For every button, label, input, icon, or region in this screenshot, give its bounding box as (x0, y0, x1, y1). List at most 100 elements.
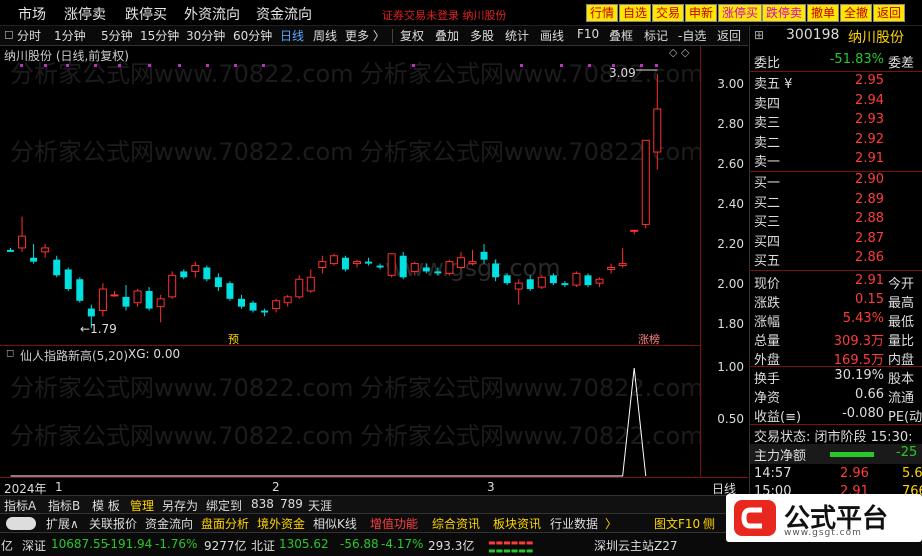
indicator-svg (10, 367, 647, 477)
period-30min[interactable]: 30分钟 (186, 27, 225, 44)
tab-market-analysis[interactable]: 盘面分析 (201, 515, 249, 532)
tool-overlay[interactable]: 叠加 (435, 27, 459, 44)
tick-volume: 5.6 (902, 466, 922, 481)
candle-body (607, 267, 616, 270)
server-site[interactable]: 深圳云主站Z27 (594, 537, 678, 554)
tab-expand[interactable]: 扩展∧ (46, 515, 79, 532)
period-weekly[interactable]: 周线 (313, 27, 337, 44)
tab-indicator-a[interactable]: 指标A (4, 497, 36, 514)
candle-body (226, 283, 234, 299)
apply-new-button[interactable]: 申新 (685, 4, 718, 22)
bid-level-5[interactable]: 买五 2.86 (754, 250, 922, 269)
tab-similar-kline[interactable]: 相似K线 (313, 515, 357, 532)
indicator-panel[interactable]: 分析家公式网www.70822.com 分析家公式网www.70822.com … (0, 345, 704, 477)
candle-body (18, 235, 27, 249)
tab-news[interactable]: 综合资讯 (432, 515, 480, 532)
indicator-name: 仙人指路新高(5,20) (20, 349, 129, 363)
ask-level-3[interactable]: 卖三 2.93 (754, 112, 922, 131)
signal-dot (206, 64, 209, 67)
return-button[interactable]: 返回 (873, 4, 906, 22)
candle-body (203, 267, 211, 280)
bid-level-4[interactable]: 买四 2.87 (754, 231, 922, 250)
bid-level-1[interactable]: 买一 2.90 (754, 172, 922, 191)
index-2-name[interactable]: 北证 (251, 537, 275, 554)
tab-template[interactable]: 模 板 (92, 497, 120, 514)
ask-level-2[interactable]: 卖二 2.92 (754, 132, 922, 151)
tool-mark[interactable]: 标记 (644, 27, 668, 44)
tab-industry-data[interactable]: 行业数据 (550, 515, 598, 532)
ask-level-1[interactable]: 卖一 2.91 (754, 151, 922, 170)
tool-statistics[interactable]: 统计 (505, 27, 529, 44)
tab-789[interactable]: 789 (280, 497, 303, 511)
cancel-all-button[interactable]: 全撤 (840, 4, 873, 22)
stat-row[interactable]: 总量 309.3万 量比 (754, 330, 922, 349)
diamond-icon[interactable]: ◇ ◇ (669, 46, 689, 59)
stat2-row[interactable]: 换手 30.19% 股本 (754, 368, 922, 387)
tool-adjust[interactable]: 复权 (400, 27, 424, 44)
menu-capital-flow[interactable]: 资金流向 (256, 4, 312, 24)
candle-body (41, 247, 50, 253)
menu-limit-down-buy[interactable]: 跌停买 (125, 4, 167, 24)
stat2-row[interactable]: 收益(≡) -0.080 PE(动 (754, 406, 922, 425)
tab-indicator-b[interactable]: 指标B (48, 497, 80, 514)
menu-limit-up-sell[interactable]: 涨停卖 (64, 4, 106, 24)
tab-side[interactable]: 侧 (703, 515, 715, 532)
period-5min[interactable]: 5分钟 (101, 27, 133, 44)
period-60min[interactable]: 60分钟 (233, 27, 272, 44)
period-tick[interactable]: 分时 (17, 27, 41, 44)
trade-button[interactable]: 交易 (652, 4, 685, 22)
stat2-row[interactable]: 净资 0.66 流通 (754, 387, 922, 406)
tab-sector-news[interactable]: 板块资讯 (493, 515, 541, 532)
tool-f10[interactable]: F10 (577, 27, 599, 41)
ask-level-5[interactable]: 卖五 ¥ 2.95 (754, 73, 922, 92)
indicator-tabs: 指标A 指标B 模 板 管理 另存为 绑定到 838 789 天涯 (0, 495, 748, 513)
candle-body (272, 300, 281, 310)
period-1min[interactable]: 1分钟 (54, 27, 86, 44)
logo-badge: 公式平台 www.gsgt.com (726, 494, 922, 542)
tab-manage[interactable]: 管理 (130, 497, 154, 514)
limit-up-buy-button[interactable]: 涨停买 (718, 4, 763, 22)
indicator-tick: 0.50 (717, 412, 744, 426)
tab-more[interactable]: 〉 (605, 515, 617, 532)
tab-tianya[interactable]: 天涯 (308, 497, 332, 514)
stat-row[interactable]: 涨幅 5.43% 最低 (754, 311, 922, 330)
period-more[interactable]: 更多 〉 (345, 27, 385, 44)
watchlist-button[interactable]: 自选 (619, 4, 652, 22)
signal-dot (655, 64, 658, 67)
stat2-row-label: 换手 (754, 372, 781, 387)
index-1-name[interactable]: 深证 (22, 537, 46, 554)
toggle-switch[interactable] (6, 517, 36, 530)
stat-row[interactable]: 现价 2.91 今开 (754, 273, 922, 292)
limit-down-sell-button[interactable]: 跌停卖 (762, 4, 807, 22)
menu-foreign-flow[interactable]: 外资流向 (184, 4, 240, 24)
tab-value-added[interactable]: 增值功能 (370, 515, 418, 532)
tab-838[interactable]: 838 (251, 497, 274, 511)
candle-body (133, 290, 142, 304)
tab-save-as[interactable]: 另存为 (162, 497, 198, 514)
candle-body (456, 257, 465, 268)
cancel-order-button[interactable]: 撤单 (807, 4, 840, 22)
candle-body (399, 255, 407, 278)
ask-level-4[interactable]: 卖四 2.94 (754, 93, 922, 112)
bid-level-2[interactable]: 买二 2.89 (754, 192, 922, 211)
tool-remove-watch[interactable]: -自选 (678, 27, 706, 44)
candle-body (329, 255, 338, 265)
tab-f10[interactable]: 图文F10 (654, 515, 700, 532)
tool-draw-line[interactable]: 画线 (540, 27, 564, 44)
tab-related-quote[interactable]: 关联报价 (89, 515, 137, 532)
quote-button[interactable]: 行情 (586, 4, 619, 22)
expand-icon[interactable]: ⊞ (754, 28, 764, 42)
stat-row[interactable]: 涨跌 0.15 最高 (754, 292, 922, 311)
bid-level-3[interactable]: 买三 2.88 (754, 211, 922, 230)
tab-foreign-capital[interactable]: 境外资金 (257, 515, 305, 532)
menu-market[interactable]: 市场 (18, 4, 46, 24)
tab-bind-to[interactable]: 绑定到 (206, 497, 242, 514)
tool-multi-stock[interactable]: 多股 (470, 27, 494, 44)
stat-row-value: 309.3万 (833, 334, 884, 349)
period-daily[interactable]: 日线 (280, 27, 304, 44)
tool-return[interactable]: 返回 (717, 27, 741, 44)
period-15min[interactable]: 15分钟 (140, 27, 179, 44)
candlestick-chart[interactable]: 分析家公式网www.70822.com 分析家公式网www.70822.com … (0, 46, 704, 346)
tab-capital-flow[interactable]: 资金流向 (145, 515, 193, 532)
tool-frame[interactable]: 叠框 (609, 27, 633, 44)
